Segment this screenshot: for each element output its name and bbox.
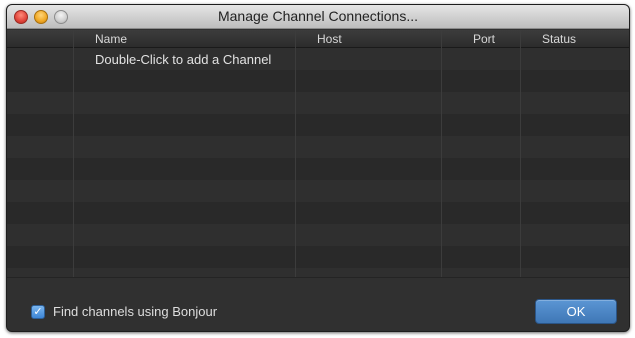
add-channel-placeholder[interactable]: Double-Click to add a Channel (95, 52, 271, 67)
column-divider (295, 30, 296, 277)
window-title: Manage Channel Connections... (217, 8, 419, 24)
table-row[interactable] (7, 158, 629, 180)
bonjour-checkbox[interactable]: ✓ (31, 305, 45, 319)
table-rows[interactable] (7, 48, 629, 277)
table-row[interactable] (7, 92, 629, 114)
table-row[interactable] (7, 136, 629, 158)
channels-table[interactable]: Name Host Port Status Double-Click to ad… (7, 30, 629, 277)
table-row[interactable] (7, 224, 629, 246)
column-header-name[interactable]: Name (95, 32, 127, 46)
column-divider (73, 30, 74, 277)
table-row[interactable] (7, 180, 629, 202)
column-divider (520, 30, 521, 277)
manage-channel-connections-window: Manage Channel Connections... Name Host … (6, 4, 630, 332)
table-row[interactable] (7, 268, 629, 277)
table-header: Name Host Port Status (7, 30, 629, 48)
table-row[interactable] (7, 202, 629, 224)
ok-button[interactable]: OK (535, 299, 617, 324)
footer-bar: ✓ Find channels using Bonjour OK (7, 277, 629, 331)
column-header-host[interactable]: Host (317, 32, 342, 46)
table-row[interactable] (7, 246, 629, 268)
table-row[interactable] (7, 70, 629, 92)
checkmark-icon: ✓ (33, 306, 43, 318)
titlebar: Manage Channel Connections... (7, 5, 629, 29)
column-divider (441, 30, 442, 277)
column-header-port[interactable]: Port (473, 32, 495, 46)
table-row[interactable] (7, 114, 629, 136)
bonjour-checkbox-label[interactable]: Find channels using Bonjour (53, 304, 217, 319)
column-header-status[interactable]: Status (542, 32, 576, 46)
